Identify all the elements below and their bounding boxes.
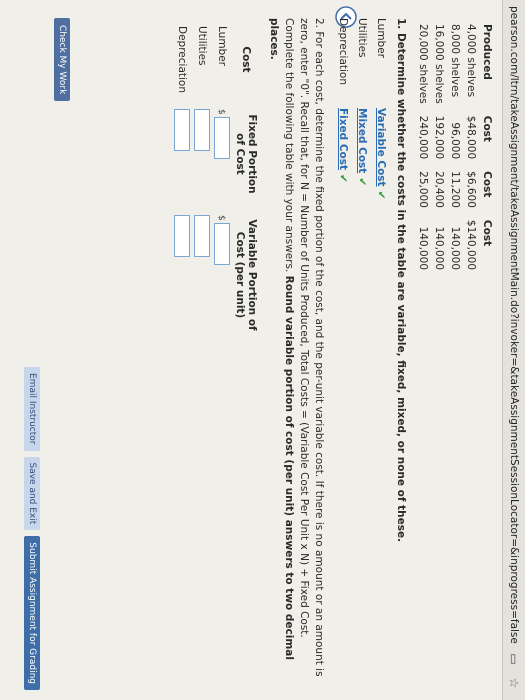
cost-type-select[interactable]: Fixed Cost (338, 108, 350, 170)
row-label: Utilities (196, 26, 208, 66)
variable-portion-input[interactable] (194, 215, 210, 257)
table-cell: $6,600 (465, 171, 477, 208)
table-cell: 96,000 (449, 122, 461, 160)
col-header: Cost (481, 171, 493, 198)
table-cell: $48,000 (465, 115, 477, 160)
col-fixed: Fixed Portion of Cost (234, 114, 258, 194)
table-cell: 140,000 (433, 226, 445, 271)
fixed-cell (192, 101, 212, 207)
table-cell: 140,000 (417, 226, 429, 271)
portion-table: Cost Fixed Portion of Cost Variable Port… (172, 18, 260, 343)
variable-cell: $ (212, 207, 232, 343)
table-cell: 16,000 shelves (433, 24, 445, 104)
col-cost: Cost (240, 46, 252, 73)
check-icon: ✔ (375, 190, 388, 200)
col-header: Produced (481, 24, 493, 80)
table-row: Lumber $ $ (212, 18, 232, 343)
window-icon[interactable]: ▭ (507, 652, 521, 666)
row-label: Depreciation (176, 26, 188, 93)
table-row: Depreciation (172, 18, 192, 343)
question-2: 2. For each cost, determine the fixed po… (268, 18, 325, 677)
cost-name: Lumber (375, 18, 388, 58)
screen: pearson.com/ltrn/takeAssignment/takeAssi… (0, 0, 525, 700)
row-label: Lumber (216, 26, 228, 66)
save-exit-button[interactable]: Save and Exit (24, 456, 40, 531)
table-cell: 192,000 (433, 115, 445, 160)
table-cell: 4,000 shelves (465, 24, 477, 98)
table-row: 4,000 shelves $48,000 $6,600 $140,000 (463, 18, 479, 276)
email-instructor-button[interactable]: Email Instructor (24, 367, 40, 451)
variable-portion-input[interactable] (174, 215, 190, 257)
fixed-portion-input[interactable] (194, 109, 210, 151)
question-1: 1. Determine whether the costs in the ta… (395, 18, 407, 543)
table-row: 8,000 shelves 96,000 11,200 140,000 (447, 18, 463, 276)
table-cell: 20,400 (433, 171, 445, 208)
col-variable: Variable Portion of Cost (per unit) (234, 219, 258, 331)
table-cell: 11,200 (449, 171, 461, 208)
variable-cell (192, 207, 212, 343)
table-cell: 240,000 (417, 115, 429, 160)
variable-cell (172, 207, 192, 343)
table-row: 16,000 shelves 192,000 20,400 140,000 (431, 18, 447, 276)
fixed-cell (172, 101, 192, 207)
cost-table: Produced Cost Cost Cost 4,000 shelves $48,00… (415, 18, 495, 276)
cost-name: Depreciation (337, 18, 350, 85)
check-my-work-button[interactable]: Check My Work (54, 18, 70, 102)
check-icon: ✔ (356, 177, 369, 187)
cost-type-select[interactable]: Mixed Cost (357, 108, 369, 173)
table-row: Utilities (192, 18, 212, 343)
fixed-cell: $ (212, 101, 232, 207)
col-header: Cost (481, 115, 493, 142)
bottom-buttons: Email Instructor Save and Exit Submit As… (24, 367, 40, 690)
dollar-sign: $ (216, 109, 226, 115)
table-cell: 140,000 (449, 226, 461, 271)
fixed-portion-input[interactable] (214, 116, 230, 159)
dollar-sign: $ (216, 215, 226, 221)
check-icon: ✔ (337, 174, 350, 183)
classification-list: Lumber Variable Cost ✔ Utilities Mixed Cost ✔… (334, 18, 391, 678)
table-cell: 20,000 shelves (417, 24, 429, 104)
cost-type-select[interactable]: Variable Cost (376, 108, 388, 187)
star-icon[interactable]: ☆ (507, 676, 521, 690)
classification-row: Depreciation Fixed Cost ✔ (334, 18, 353, 678)
classification-row: Lumber Variable Cost ✔ (372, 18, 391, 678)
address-bar[interactable]: pearson.com/ltrn/takeAssignment/takeAssi… (502, 0, 525, 700)
variable-portion-input[interactable] (214, 222, 230, 265)
submit-button[interactable]: Submit Assignment for Grading (24, 536, 40, 690)
table-cell: 8,000 shelves (449, 24, 461, 98)
assignment-content: Produced Cost Cost Cost 4,000 shelves $48,00… (172, 18, 495, 678)
classification-row: Utilities Mixed Cost ✔ (353, 18, 372, 678)
col-header: Cost (481, 219, 493, 247)
cost-name: Utilities (356, 18, 369, 58)
table-cell: 25,000 (417, 171, 429, 208)
table-row: 20,000 shelves 240,000 25,000 140,000 (415, 18, 431, 276)
table-cell: $140,000 (465, 219, 477, 271)
fixed-portion-input[interactable] (174, 109, 190, 151)
url-text[interactable]: pearson.com/ltrn/takeAssignment/takeAssi… (508, 0, 520, 652)
